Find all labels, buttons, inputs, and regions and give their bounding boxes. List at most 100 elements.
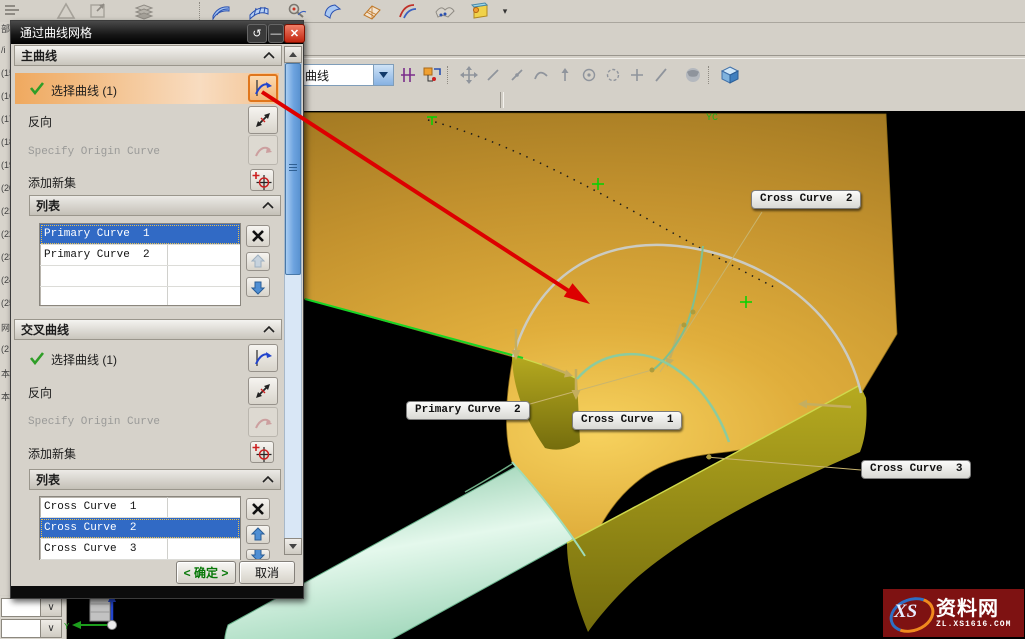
reset-button[interactable]: ↺ [247,24,267,43]
sheet-arrow-icon[interactable] [86,1,110,21]
cross-select-curve-button[interactable] [248,344,278,372]
cross-move-down-button[interactable] [246,549,270,560]
nx-application-window: { "window": { "title": "通过曲线网格" }, "tool… [0,0,1025,639]
primary-select-curve-button[interactable] [248,74,278,102]
primary-list-title: 列表 [36,197,60,214]
list-item[interactable]: Cross Curve 2 [40,518,240,539]
n-sided-surface-icon[interactable] [433,1,457,21]
cross-curve-section-bar[interactable]: 交叉曲线 [14,319,282,340]
toolbar-separator [199,2,206,20]
cross-add-new-set-label: 添加新集 [28,445,76,462]
cross-list-title: 列表 [36,471,60,488]
grid-snap-icon[interactable] [396,65,420,85]
dialog-title: 通过曲线网格 [20,24,92,41]
docked-toolbar: ∨ ∨ [0,596,67,639]
surface-analysis-icon[interactable] [285,1,309,21]
snap-point-endpoint-icon[interactable] [481,65,505,85]
cross-curve-3-tag: Cross Curve 3 [861,460,971,479]
watermark-name: 资料网 [936,598,1011,620]
check-icon [29,81,45,95]
cross-specify-origin-button [248,407,278,437]
primary-list-bar[interactable]: 列表 [29,195,281,216]
chevron-down-icon[interactable]: ∨ [41,598,62,617]
snap-point-midpoint-icon[interactable] [505,65,529,85]
docked-combo-2[interactable]: ∨ [1,619,62,638]
cube-icon[interactable] [718,65,742,85]
primary-remove-button[interactable] [246,225,270,247]
section-surface-icon[interactable] [395,1,419,21]
list-item[interactable] [40,287,240,308]
cross-move-up-button[interactable] [246,525,270,544]
docked-combo-2-field[interactable] [1,619,41,638]
primary-move-up-button [246,252,270,271]
list-item[interactable]: Cross Curve 3 [40,539,240,560]
list-item[interactable]: Cross Curve 1 [40,497,240,518]
docked-combo-1[interactable]: ∨ [1,598,62,617]
ok-button[interactable]: < 确定 > [176,561,236,584]
cross-curve-list[interactable]: Cross Curve 1 Cross Curve 2 Cross Curve … [39,496,241,560]
snap-point-on-curve-icon[interactable] [553,65,577,85]
primary-add-new-set-label: 添加新集 [28,174,76,191]
primary-move-down-button[interactable] [246,277,270,297]
chevron-down-icon[interactable]: ∨ [41,619,62,638]
snap-settings-icon[interactable] [420,65,444,85]
list-item[interactable] [40,266,240,287]
snap-point-quadrant-icon[interactable] [601,65,625,85]
collapse-chevron-icon[interactable] [262,476,274,483]
snap-point-move-icon[interactable] [457,65,481,85]
snap-point-curve-icon[interactable] [529,65,553,85]
more-dropdown-icon[interactable]: ▾ [499,1,511,21]
dialog-titlebar[interactable]: 通过曲线网格 ↺ — ✕ [11,21,303,44]
watermark-logo: XS [887,596,933,630]
check-icon [29,351,45,365]
yc-axis-label: YC [706,113,718,124]
swept-surface-icon[interactable] [321,1,345,21]
list-item[interactable]: Primary Curve 2 [40,245,240,266]
cross-reverse-label: 反向 [28,384,52,401]
through-curve-mesh-dialog: 通过曲线网格 ↺ — ✕ 主曲线 选择曲线 (1) 反向 Specify Ori… [10,20,304,599]
filter-dropdown-button[interactable] [373,65,393,85]
scrollbar-thumb[interactable] [285,63,301,275]
snap-point-center-icon[interactable] [577,65,601,85]
snap-point-intersection-icon[interactable] [649,65,673,85]
primary-curve-section-bar[interactable]: 主曲线 [14,45,282,66]
arrow-up-icon [250,527,266,542]
snap-point-plus-icon[interactable] [625,65,649,85]
cancel-button[interactable]: 取消 [239,561,295,584]
triangle-icon[interactable] [54,1,78,21]
cross-reverse-button[interactable] [248,377,278,405]
primary-add-new-set-button[interactable] [250,169,274,191]
origin-curve-icon [252,139,274,161]
primary-reverse-button[interactable] [248,106,278,134]
lines-icon[interactable] [0,1,24,21]
arrow-down-icon [250,549,266,560]
docked-combo-1-field[interactable] [1,598,41,617]
list-item[interactable]: Primary Curve 1 [40,224,240,245]
collapse-chevron-icon[interactable] [263,326,275,333]
primary-curve-list[interactable]: Primary Curve 1 Primary Curve 2 [39,223,241,306]
scroll-down-button[interactable] [284,538,302,555]
cross-curve-2-tag: Cross Curve 2 [751,190,861,209]
reverse-direction-icon [252,380,274,402]
collapse-chevron-icon[interactable] [263,52,275,59]
collapse-chevron-icon[interactable] [262,202,274,209]
sheet-grid-icon[interactable] [359,1,383,21]
flange-surface-icon[interactable] [469,1,493,21]
cross-curve-1-tag: Cross Curve 1 [572,411,682,430]
close-button[interactable]: ✕ [284,24,305,43]
cross-remove-button[interactable] [246,498,270,520]
primary-specify-origin-label: Specify Origin Curve [28,146,160,158]
primary-specify-origin-button [248,135,278,165]
scroll-up-button[interactable] [284,46,302,63]
layers-icon[interactable] [132,1,156,21]
primary-reverse-label: 反向 [28,113,52,130]
face-snap-icon[interactable] [681,65,705,85]
minimize-button[interactable]: — [268,24,284,43]
cross-list-bar[interactable]: 列表 [29,469,281,490]
watermark: XS 资料网 ZL.XS1616.COM [883,589,1024,637]
cross-add-new-set-button[interactable] [250,441,274,463]
through-curve-mesh-icon[interactable] [247,1,271,21]
ruled-surface-icon[interactable] [209,1,233,21]
add-new-set-icon [251,169,273,191]
cross-specify-origin-label: Specify Origin Curve [28,416,160,428]
